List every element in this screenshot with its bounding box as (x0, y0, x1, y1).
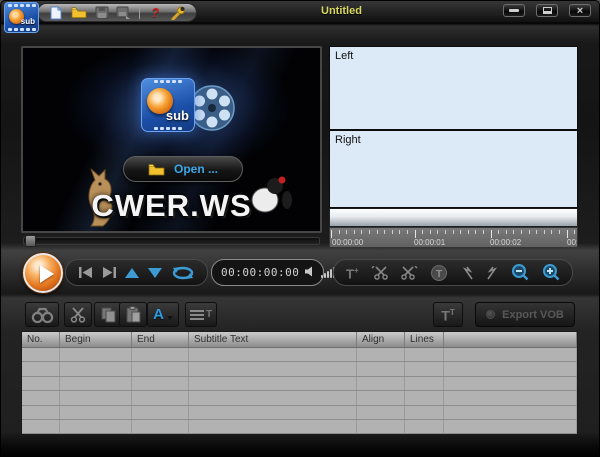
track-right-panel[interactable]: Right (330, 131, 577, 207)
timeline-ruler[interactable]: 00:00:00 00:00:01 00:00:02 00:0 (329, 227, 578, 248)
timeline-label: 00:00:00 (332, 238, 363, 247)
transport-pill (65, 259, 208, 286)
subtitle-tools-pill: T+ T (333, 259, 573, 286)
table-row[interactable] (22, 391, 577, 405)
timeline-label: 00:00:02 (490, 238, 521, 247)
main-toolbar: ? (37, 3, 197, 22)
help-icon[interactable]: ? (147, 5, 163, 20)
column-header[interactable]: Lines (405, 332, 444, 347)
time-display: 00:00:00:00 (211, 259, 324, 286)
track-left-panel[interactable]: Left (330, 47, 577, 131)
save-as-icon[interactable] (116, 5, 132, 20)
list-icon (190, 310, 204, 320)
table-row[interactable] (22, 348, 577, 362)
track-right-label: Right (335, 134, 361, 146)
zoom-in-icon[interactable] (542, 264, 560, 281)
new-file-icon[interactable] (48, 5, 64, 20)
copy-icon (101, 307, 116, 323)
folder-icon (148, 163, 165, 176)
export-vob-label: Export VOB (502, 309, 564, 321)
column-header[interactable]: No. (22, 332, 60, 347)
previous-frame-icon[interactable] (78, 267, 93, 278)
split-left-icon[interactable] (371, 266, 388, 280)
flag-left-icon[interactable] (461, 266, 474, 280)
record-text-icon[interactable]: T (430, 264, 448, 282)
style-list-button[interactable]: T (185, 302, 217, 327)
title-bar[interactable]: sub ? Untitled × (1, 1, 600, 23)
save-icon[interactable] (94, 5, 110, 20)
speaker-icon[interactable] (305, 264, 315, 282)
move-up-icon[interactable] (125, 268, 139, 278)
open-video-button[interactable]: Open ... (123, 156, 243, 182)
video-seek-bar[interactable] (23, 237, 320, 245)
table-row[interactable] (22, 362, 577, 376)
record-dot-icon (486, 310, 495, 319)
loop-icon[interactable] (171, 266, 195, 280)
app-window: sub ? Untitled × (0, 0, 600, 457)
toolbar-separator (139, 6, 140, 19)
table-header: No.BeginEndSubtitle TextAlignLines (22, 332, 577, 348)
cartoon-figure-image (249, 174, 293, 219)
column-header[interactable]: Align (357, 332, 405, 347)
window-title: Untitled (321, 5, 362, 17)
play-icon (40, 265, 54, 283)
logo-text: sub (21, 17, 35, 26)
column-header[interactable] (444, 332, 577, 347)
font-button[interactable]: A (147, 302, 179, 327)
seek-handle[interactable] (25, 235, 36, 247)
subtitle-table: No.BeginEndSubtitle TextAlignLines (21, 331, 578, 435)
table-body[interactable] (22, 348, 577, 434)
settings-icon[interactable] (170, 5, 186, 20)
flag-right-icon[interactable] (486, 266, 499, 280)
timeline-label: 00:0 (567, 238, 578, 247)
add-subtitle-text-icon[interactable]: T+ (346, 264, 359, 280)
minimize-button[interactable] (503, 4, 525, 17)
column-header[interactable]: Begin (60, 332, 132, 347)
open-file-icon[interactable] (71, 5, 87, 20)
find-button[interactable] (25, 302, 59, 327)
time-value: 00:00:00:00 (221, 266, 299, 279)
play-button[interactable] (23, 253, 63, 293)
waveform-strip[interactable] (329, 209, 578, 227)
film-reel-icon (188, 84, 236, 137)
table-row[interactable] (22, 406, 577, 420)
move-down-icon[interactable] (148, 268, 162, 278)
font-icon: A (153, 306, 164, 323)
split-right-icon[interactable] (401, 266, 418, 280)
app-logo-icon: sub (4, 2, 39, 33)
column-header[interactable]: Subtitle Text (189, 332, 357, 347)
next-frame-icon[interactable] (102, 267, 117, 278)
zoom-out-icon[interactable] (511, 264, 529, 281)
table-row[interactable] (22, 377, 577, 391)
track-left-label: Left (335, 50, 353, 62)
open-button-label: Open ... (174, 162, 218, 176)
copy-button[interactable] (94, 302, 122, 327)
cut-button[interactable] (64, 302, 92, 327)
track-panels: Left Right (329, 46, 578, 208)
binoculars-icon (31, 307, 54, 323)
video-preview[interactable]: sub Open ... CWER.WS (21, 46, 322, 233)
text-style-button[interactable]: TT (433, 302, 463, 327)
maximize-button[interactable] (536, 4, 558, 17)
column-header[interactable]: End (132, 332, 189, 347)
close-button[interactable]: × (569, 4, 591, 17)
timeline-label: 00:00:01 (414, 238, 445, 247)
export-vob-button[interactable]: Export VOB (475, 302, 575, 327)
chevron-down-icon (167, 316, 173, 320)
video-logo-icon: sub (141, 78, 195, 132)
paste-button[interactable] (119, 302, 147, 327)
svg-text:T: T (436, 269, 442, 280)
table-row[interactable] (22, 420, 577, 434)
paste-icon (126, 306, 141, 323)
scissors-icon (70, 307, 86, 323)
